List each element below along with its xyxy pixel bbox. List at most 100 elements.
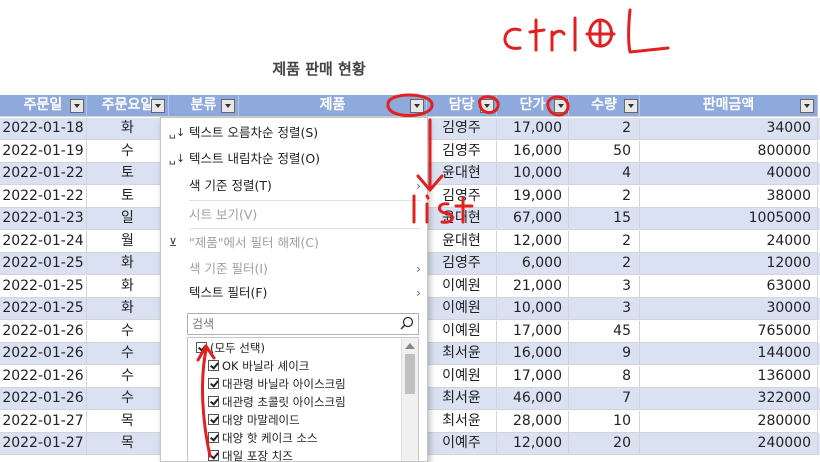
menu-text-filter[interactable]: 텍스트 필터(F) ›	[161, 280, 427, 305]
table-cell[interactable]: 이예원	[427, 320, 497, 343]
scroll-up-icon[interactable]	[405, 343, 415, 349]
table-cell[interactable]: 12,000	[497, 433, 569, 455]
checkbox[interactable]	[208, 360, 219, 371]
header-category[interactable]: 분류	[169, 95, 239, 117]
table-cell[interactable]: 2022-01-24	[0, 230, 87, 253]
table-cell[interactable]: 2022-01-26	[0, 388, 87, 410]
table-cell[interactable]: 17,000	[497, 320, 569, 343]
table-cell[interactable]: 46,000	[497, 388, 569, 410]
table-cell[interactable]: 김영주	[427, 253, 497, 275]
filter-button-price[interactable]	[554, 99, 568, 113]
table-cell[interactable]: 2022-01-22	[0, 185, 87, 208]
header-amount[interactable]: 판매금액	[640, 95, 818, 117]
table-cell[interactable]: 2022-01-19	[0, 140, 87, 163]
header-price[interactable]: 단가	[497, 95, 569, 117]
table-cell[interactable]: 21,000	[497, 275, 569, 298]
table-cell[interactable]: 63000	[640, 275, 818, 298]
table-cell[interactable]: 9	[569, 343, 640, 365]
filter-value-list[interactable]: (모두 선택) OK 바닐라 셰이크 대관령 바닐라 아이스크림 대관령 초콜릿 아이…	[187, 337, 419, 461]
list-scrollbar[interactable]	[401, 338, 418, 461]
table-cell[interactable]: 2022-01-23	[0, 208, 87, 230]
header-order-date[interactable]: 주문일	[0, 95, 87, 117]
menu-sort-asc[interactable]: ␣↓ 텍스트 오름차순 정렬(S)	[161, 120, 427, 145]
table-cell[interactable]: 수	[87, 140, 169, 163]
table-cell[interactable]: 2022-01-26	[0, 365, 87, 388]
table-cell[interactable]: 2	[569, 185, 640, 208]
filter-button-product[interactable]	[410, 99, 424, 113]
table-cell[interactable]: 수	[87, 343, 169, 365]
filter-list-item[interactable]: 대양 마말레이드	[208, 411, 418, 429]
table-cell[interactable]: 이예원	[427, 298, 497, 320]
menu-sort-color[interactable]: 색 기준 정렬(T) ›	[161, 173, 427, 198]
table-cell[interactable]: 8	[569, 365, 640, 388]
table-cell[interactable]: 10,000	[497, 163, 569, 185]
table-cell[interactable]: 이예원	[427, 275, 497, 298]
table-cell[interactable]: 19,000	[497, 185, 569, 208]
table-cell[interactable]: 10	[569, 410, 640, 433]
menu-sort-desc[interactable]: ␣↓ 텍스트 내림차순 정렬(O)	[161, 146, 427, 171]
table-cell[interactable]: 수	[87, 388, 169, 410]
table-cell[interactable]: 1005000	[640, 208, 818, 230]
filter-list-item[interactable]: 대관령 바닐라 아이스크림	[208, 375, 418, 393]
table-cell[interactable]: 12,000	[497, 230, 569, 253]
table-cell[interactable]: 2022-01-25	[0, 298, 87, 320]
table-cell[interactable]: 2022-01-25	[0, 253, 87, 275]
table-cell[interactable]: 화	[87, 253, 169, 275]
table-cell[interactable]: 윤대현	[427, 208, 497, 230]
table-cell[interactable]: 일	[87, 208, 169, 230]
table-cell[interactable]: 목	[87, 433, 169, 455]
table-cell[interactable]: 322000	[640, 388, 818, 410]
table-cell[interactable]: 765000	[640, 320, 818, 343]
table-cell[interactable]: 토	[87, 185, 169, 208]
table-cell[interactable]: 280000	[640, 410, 818, 433]
table-cell[interactable]: 화	[87, 298, 169, 320]
table-cell[interactable]: 월	[87, 230, 169, 253]
table-cell[interactable]: 15	[569, 208, 640, 230]
table-cell[interactable]: 6,000	[497, 253, 569, 275]
table-cell[interactable]: 윤대현	[427, 230, 497, 253]
table-cell[interactable]: 144000	[640, 343, 818, 365]
table-cell[interactable]: 김영주	[427, 118, 497, 140]
table-cell[interactable]: 화	[87, 118, 169, 140]
table-cell[interactable]: 2	[569, 118, 640, 140]
table-cell[interactable]: 67,000	[497, 208, 569, 230]
table-cell[interactable]: 34000	[640, 118, 818, 140]
checkbox[interactable]	[208, 396, 219, 407]
table-cell[interactable]: 16,000	[497, 140, 569, 163]
table-cell[interactable]: 2022-01-27	[0, 410, 87, 433]
checkbox[interactable]	[196, 342, 207, 353]
table-cell[interactable]: 김영주	[427, 140, 497, 163]
table-cell[interactable]: 이예원	[427, 365, 497, 388]
table-cell[interactable]: 최서윤	[427, 410, 497, 433]
header-rep[interactable]: 담당	[427, 95, 497, 117]
filter-button-amount[interactable]	[800, 99, 814, 113]
filter-search-input[interactable]: 검색	[187, 313, 419, 335]
filter-list-item[interactable]: 대일 포장 치즈	[208, 447, 418, 461]
table-cell[interactable]: 30000	[640, 298, 818, 320]
table-cell[interactable]: 최서윤	[427, 388, 497, 410]
table-cell[interactable]: 이예주	[427, 433, 497, 455]
table-cell[interactable]: 50	[569, 140, 640, 163]
table-cell[interactable]: 화	[87, 275, 169, 298]
table-cell[interactable]: 수	[87, 320, 169, 343]
table-cell[interactable]: 수	[87, 365, 169, 388]
table-cell[interactable]: 16,000	[497, 343, 569, 365]
table-cell[interactable]: 최서윤	[427, 343, 497, 365]
checkbox[interactable]	[208, 378, 219, 389]
table-cell[interactable]: 2022-01-18	[0, 118, 87, 140]
table-cell[interactable]: 2	[569, 253, 640, 275]
table-cell[interactable]: 3	[569, 275, 640, 298]
filter-button-date[interactable]	[70, 99, 84, 113]
table-cell[interactable]: 24000	[640, 230, 818, 253]
table-cell[interactable]: 2022-01-26	[0, 343, 87, 365]
table-cell[interactable]: 토	[87, 163, 169, 185]
table-cell[interactable]: 20	[569, 433, 640, 455]
checkbox[interactable]	[208, 450, 219, 461]
filter-button-day[interactable]	[151, 99, 165, 113]
table-cell[interactable]: 17,000	[497, 118, 569, 140]
header-qty[interactable]: 수량	[569, 95, 640, 117]
table-cell[interactable]: 40000	[640, 163, 818, 185]
table-cell[interactable]: 2022-01-27	[0, 433, 87, 455]
table-cell[interactable]: 김영주	[427, 185, 497, 208]
scroll-thumb[interactable]	[405, 354, 415, 394]
